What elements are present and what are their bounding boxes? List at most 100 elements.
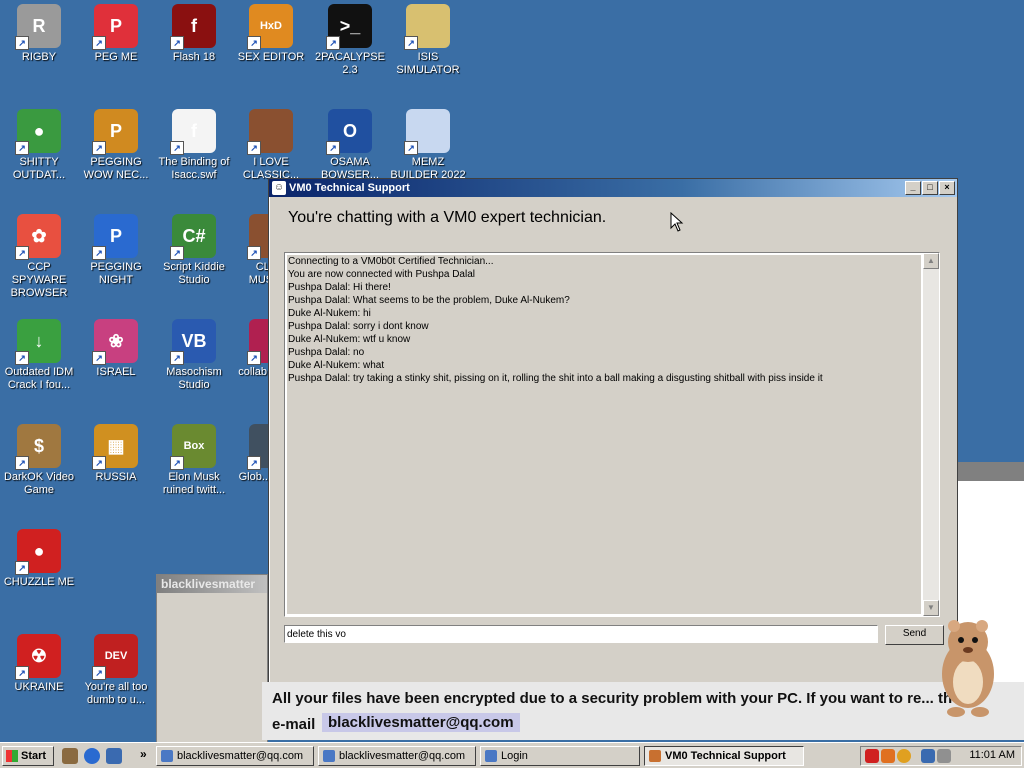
minimize-button[interactable]: _ [905,181,921,195]
chat-log-scrollbar[interactable]: ▲ ▼ [923,253,939,616]
ransom-message: All your files have been encrypted due t… [272,690,974,707]
volume-icon[interactable] [937,749,951,763]
blocks-icon: ▦ ↗ [92,424,138,470]
ransom-email-label: e-mail [272,716,316,733]
desktop-icon[interactable]: P ↗ PEG ME [77,4,155,64]
desktop-icon[interactable]: Box ↗ Elon Musk ruined twitt... [155,424,233,497]
shortcut-arrow-icon: ↗ [92,351,106,365]
desktop-icon-label: Flash 18 [172,51,216,63]
desktop-icon[interactable]: ✿ ↗ CCP SPYWARE BROWSER [0,214,78,300]
desktop-icon-label: SEX EDITOR [237,51,305,63]
desktop-icon[interactable]: f ↗ The Binding of Isacc.swf [155,109,233,182]
hxd-icon: HxD ↗ [247,4,293,50]
taskbar-button-label: VM0 Technical Support [665,750,786,762]
close-button[interactable]: × [939,181,955,195]
quicklaunch-browser-icon[interactable] [84,748,100,764]
ransom-email[interactable]: blacklivesmatter@qq.com [322,713,520,732]
chat-window[interactable]: ☺ VM0 Technical Support _ □ × You're cha… [268,178,958,684]
chat-line: Duke Al-Nukem: hi [288,308,371,319]
shortcut-arrow-icon: ↗ [92,246,106,260]
shortcut-arrow-icon: ↗ [170,246,184,260]
shortcut-arrow-icon: ↗ [15,351,29,365]
desktop-icon[interactable]: ☢ ↗ UKRAINE [0,634,78,694]
desktop-icon[interactable]: P ↗ PEGGING NIGHT [77,214,155,287]
taskbar-button[interactable]: Login [480,746,640,766]
csharp-icon: C# ↗ [170,214,216,260]
start-button[interactable]: Start [2,746,54,766]
idm-icon: ↓ ↗ [15,319,61,365]
background-window[interactable]: blacklivesmatter [156,574,268,744]
chat-line: Pushpa Dalal: sorry i dont know [288,321,429,332]
search-icon[interactable] [897,749,911,763]
desktop-icon[interactable]: ❀ ↗ ISRAEL [77,319,155,379]
shortcut-arrow-icon: ↗ [15,246,29,260]
ransom-note: All your files have been encrypted due t… [262,682,1024,740]
maximize-button[interactable]: □ [922,181,938,195]
desktop-icon[interactable]: ↓ ↗ Outdated IDM Crack I fou... [0,319,78,392]
chat-log[interactable]: Connecting to a VM0b0t Certified Technic… [284,252,940,617]
taskbar-button-active[interactable]: VM0 Technical Support [644,746,804,766]
desktop-icon[interactable]: $ ↗ DarkOK Video Game [0,424,78,497]
taskbar-button[interactable]: blacklivesmatter@qq.com [156,746,314,766]
desktop-icon[interactable]: >_ ↗ 2PACALYPSE 2.3 [311,4,389,77]
network-icon[interactable] [921,749,935,763]
desktop-icon-label: PEG ME [94,51,138,63]
desktop-icon[interactable]: ▦ ↗ RUSSIA [77,424,155,484]
taskbar-button[interactable]: blacklivesmatter@qq.com [318,746,476,766]
chat-message-input[interactable] [284,625,878,643]
technician-icon: ☺ [272,181,286,195]
money-bag-icon: $ ↗ [15,424,61,470]
shortcut-arrow-icon: ↗ [170,351,184,365]
shortcut-arrow-icon: ↗ [92,666,106,680]
shortcut-arrow-icon: ↗ [247,36,261,50]
quicklaunch-hamster-icon[interactable] [62,748,78,764]
desktop-icon[interactable]: HxD ↗ SEX EDITOR [232,4,310,64]
desktop-icon[interactable]: ↗ ISIS SIMULATOR [389,4,467,77]
shortcut-arrow-icon: ↗ [247,351,261,365]
shortcut-arrow-icon: ↗ [326,36,340,50]
taskbar-button-label: Login [501,750,528,762]
desktop-icon[interactable]: ↗ MEMZ BUILDER 2022 [389,109,467,182]
desktop-icon-label: DarkOK Video Game [3,471,75,496]
chat-heading: You're chatting with a VM0 expert techni… [288,209,607,226]
shortcut-arrow-icon: ↗ [170,36,184,50]
desktop-icon-label: CHUZZLE ME [3,576,75,588]
clock[interactable]: 11:01 AM [969,749,1015,761]
shortcut-arrow-icon: ↗ [15,666,29,680]
shortcut-arrow-icon: ↗ [15,456,29,470]
mouse-cursor-icon [670,212,684,232]
desktop-icon[interactable]: O ↗ OSAMA BOWSER... [311,109,389,182]
chat-line: Pushpa Dalal: no [288,347,365,358]
shortcut-arrow-icon: ↗ [15,561,29,575]
desktop-icon-label: ISIS SIMULATOR [396,51,460,76]
desktop-icon[interactable]: C# ↗ Script Kiddie Studio [155,214,233,287]
console-icon: >_ ↗ [326,4,372,50]
desktop-icon[interactable]: P ↗ PEGGING WOW NEC... [77,109,155,182]
peggle-icon: P ↗ [92,109,138,155]
desktop-icon[interactable]: f ↗ Flash 18 [155,4,233,64]
pinwheel-icon: ✿ ↗ [15,214,61,260]
desktop-icon-label: Masochism Studio [166,366,222,391]
security-warning-icon[interactable] [865,749,879,763]
shortcut-arrow-icon: ↗ [15,36,29,50]
desktop-icon[interactable]: DEV ↗ You're all too dumb to u... [77,634,155,707]
chat-window-titlebar[interactable]: ☺ VM0 Technical Support _ □ × [269,179,957,197]
shortcut-arrow-icon: ↗ [247,141,261,155]
scroll-up-arrow-icon[interactable]: ▲ [923,253,939,269]
desktop-icon-label: UKRAINE [14,681,64,693]
hamster-assistant-icon[interactable] [928,612,1008,722]
desktop-icon[interactable]: ● ↗ CHUZZLE ME [0,529,78,589]
desktop-icon[interactable]: ↗ I LOVE CLASSIC... [232,109,310,182]
windows-logo-icon [6,750,18,762]
desktop-icon[interactable]: R ↗ RIGBY [0,4,78,64]
shortcut-arrow-icon: ↗ [92,141,106,155]
quicklaunch-overflow[interactable]: » [140,747,147,761]
start-label: Start [21,750,47,762]
tray-app-icon[interactable] [881,749,895,763]
desktop-icon-label: The Binding of Isacc.swf [158,156,230,181]
desktop-icon[interactable]: ● ↗ SHITTY OUTDAT... [0,109,78,182]
radiation-icon: ☢ ↗ [15,634,61,680]
chat-line: Duke Al-Nukem: what [288,360,385,371]
desktop-icon[interactable]: VB ↗ Masochism Studio [155,319,233,392]
quicklaunch-desktop-icon[interactable] [106,748,122,764]
